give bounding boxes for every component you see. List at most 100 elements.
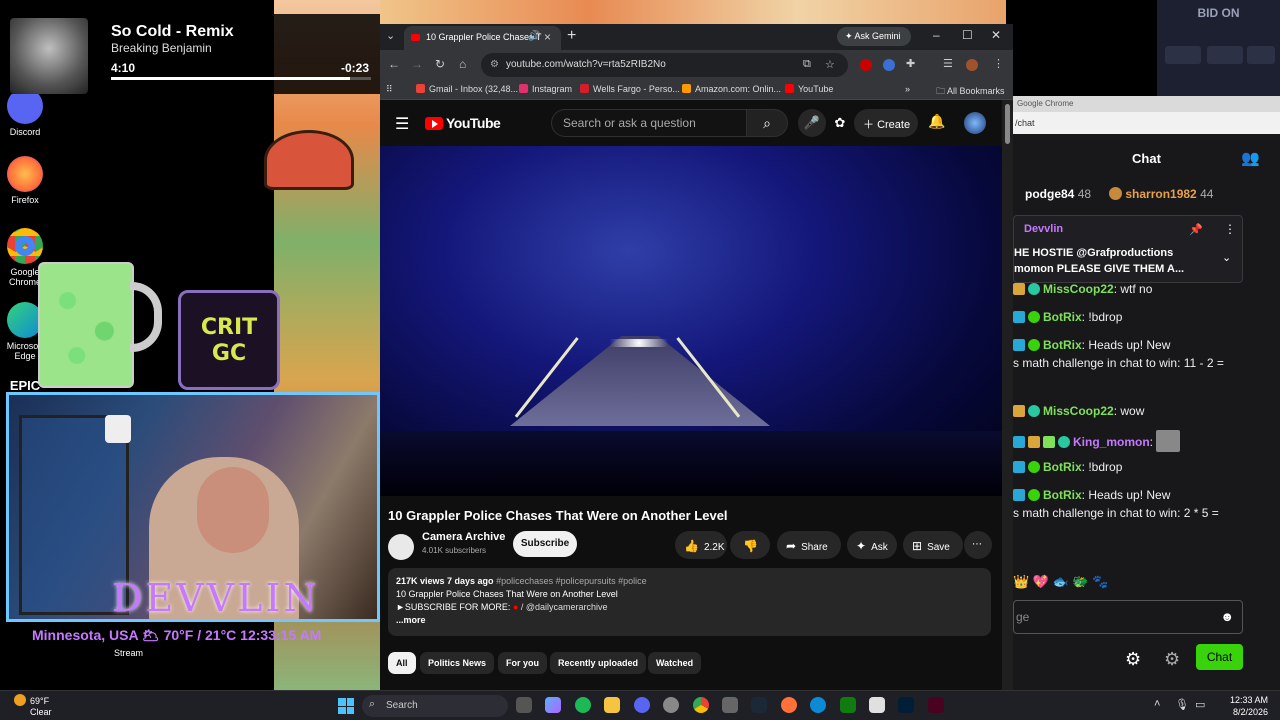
task-view-icon[interactable] bbox=[516, 697, 532, 713]
install-app-icon[interactable]: ⧉ bbox=[803, 58, 811, 71]
bookmark-wells-fargo[interactable]: Wells Fargo - Perso... bbox=[580, 84, 680, 94]
search-input[interactable]: Search or ask a question bbox=[551, 109, 748, 137]
chat-message[interactable]: BotRix: Heads up! New s math challenge in… bbox=[1013, 336, 1280, 372]
apps-grid-icon[interactable]: ⠿ bbox=[386, 84, 393, 95]
reading-list-icon[interactable]: ☰ bbox=[943, 57, 953, 70]
chat-url-field[interactable]: /chat bbox=[1013, 112, 1280, 134]
chevron-down-icon[interactable]: ⌄ bbox=[1222, 251, 1231, 264]
discord-taskbar-icon[interactable] bbox=[634, 697, 650, 713]
pin-icon[interactable]: 📌 bbox=[1189, 223, 1203, 236]
steam-icon[interactable] bbox=[751, 697, 767, 713]
notifications-bell-icon[interactable]: 🔔 bbox=[928, 113, 945, 130]
leaderboard-user-1[interactable]: podge84 48 bbox=[1025, 187, 1091, 201]
new-tab-button[interactable]: + bbox=[567, 27, 576, 45]
chat-message[interactable]: King_momon: bbox=[1013, 430, 1280, 452]
scrollbar-thumb[interactable] bbox=[1005, 104, 1010, 144]
share-button[interactable]: ➦ Share bbox=[777, 531, 841, 559]
channel-name[interactable]: Camera Archive bbox=[422, 531, 505, 543]
bookmark-instagram[interactable]: Instagram bbox=[519, 84, 572, 94]
bookmark-star-icon[interactable]: ☆ bbox=[825, 58, 835, 71]
spotify-icon[interactable] bbox=[575, 697, 591, 713]
chip-for-you[interactable]: For you bbox=[498, 652, 547, 674]
pinned-options-icon[interactable]: ⋮ bbox=[1224, 222, 1236, 236]
bookmark-youtube[interactable]: YouTube bbox=[785, 84, 833, 94]
chat-extensions-icon[interactable]: ⚙ bbox=[1164, 649, 1180, 670]
indesign-icon[interactable] bbox=[928, 697, 944, 713]
close-tab-icon[interactable]: × bbox=[544, 30, 551, 44]
ask-button[interactable]: ✦ Ask bbox=[847, 531, 897, 559]
chrome-taskbar-icon[interactable] bbox=[693, 697, 709, 713]
chrome-menu-icon[interactable]: ⋮ bbox=[993, 57, 1004, 70]
chat-send-button[interactable]: Chat bbox=[1196, 644, 1243, 670]
site-info-icon[interactable]: ⚙ bbox=[490, 59, 499, 70]
extensions-puzzle-icon[interactable]: ✚ bbox=[906, 57, 915, 70]
chip-recently-uploaded[interactable]: Recently uploaded bbox=[550, 652, 647, 674]
channel-avatar[interactable] bbox=[388, 534, 414, 560]
tray-overflow-icon[interactable]: ˄ bbox=[1154, 698, 1160, 710]
copilot-icon[interactable] bbox=[545, 697, 561, 713]
home-icon[interactable]: ⌂ bbox=[459, 57, 466, 71]
app-icon[interactable] bbox=[869, 697, 885, 713]
chat-input[interactable]: ge ☻ bbox=[1013, 600, 1243, 634]
back-icon[interactable]: ← bbox=[388, 57, 400, 71]
desktop-icon-discord[interactable]: Discord bbox=[4, 88, 46, 137]
network-icon[interactable]: ▭ bbox=[1195, 698, 1205, 711]
reload-icon[interactable]: ↻ bbox=[435, 57, 445, 71]
profile-avatar[interactable] bbox=[966, 59, 978, 71]
bookmarks-overflow-icon[interactable]: » bbox=[905, 84, 910, 94]
chat-message[interactable]: MissCoop22: wtf no bbox=[1013, 280, 1280, 298]
chat-message[interactable]: BotRix: !bdrop bbox=[1013, 458, 1280, 476]
chip-watched[interactable]: Watched bbox=[648, 652, 702, 674]
channel-handle-link[interactable]: / @dailycamerarchive bbox=[521, 602, 608, 612]
search-icon[interactable]: ⌕ bbox=[746, 109, 788, 137]
start-button[interactable] bbox=[338, 698, 354, 714]
firefox-taskbar-icon[interactable] bbox=[781, 697, 797, 713]
bookmark-amazon[interactable]: Amazon.com: Onlin... bbox=[682, 84, 781, 94]
bookmark-gmail[interactable]: Gmail - Inbox (32,48... bbox=[416, 84, 518, 94]
more-actions-button[interactable]: ⋯ bbox=[964, 531, 992, 559]
leaderboard-user-2[interactable]: sharron1982 44 bbox=[1109, 187, 1213, 201]
desktop-icon-firefox[interactable]: Firefox bbox=[4, 156, 46, 205]
video-description[interactable]: 217K views 7 days ago #policechases #pol… bbox=[388, 568, 991, 636]
url-field[interactable]: ⚙ youtube.com/watch?v=rta5zRIB2No ⧉ ☆ bbox=[481, 53, 848, 77]
all-bookmarks-folder[interactable]: 🗀 All Bookmarks bbox=[936, 84, 1005, 100]
speaker-icon[interactable]: 🔊 bbox=[528, 31, 540, 42]
like-button[interactable]: 👍 2.2K bbox=[675, 531, 727, 559]
obs-icon[interactable] bbox=[663, 697, 679, 713]
chat-window-titlebar[interactable]: Google Chrome bbox=[1013, 96, 1280, 112]
taskbar-search[interactable]: ⌕ Search bbox=[362, 695, 508, 717]
extension-adblock-icon[interactable] bbox=[860, 59, 872, 71]
maximize-icon[interactable]: ☐ bbox=[962, 28, 973, 42]
chat-message[interactable]: BotRix: !bdrop bbox=[1013, 308, 1280, 326]
edge-taskbar-icon[interactable] bbox=[810, 697, 826, 713]
store-icon[interactable] bbox=[722, 697, 738, 713]
weather-widget[interactable]: 69°F Clear bbox=[14, 694, 52, 718]
forward-icon[interactable]: → bbox=[411, 57, 423, 71]
dislike-button[interactable]: 👎 bbox=[730, 531, 770, 559]
pinned-user[interactable]: Devvlin bbox=[1024, 223, 1063, 235]
community-users-icon[interactable]: 👥 bbox=[1241, 149, 1260, 167]
ask-gemini-button[interactable]: ✦ Ask Gemini bbox=[837, 27, 911, 46]
microphone-icon[interactable]: 🎙 bbox=[1175, 698, 1189, 711]
minimize-icon[interactable]: – bbox=[933, 28, 940, 42]
pinned-message[interactable]: Devvlin 📌 ⋮ HE HOSTIE @Grafproductions mo… bbox=[1013, 215, 1243, 283]
video-player[interactable] bbox=[380, 146, 1002, 496]
chat-message[interactable]: MissCoop22: wow bbox=[1013, 402, 1280, 420]
account-avatar[interactable] bbox=[964, 112, 986, 134]
gemini-sparkle-icon[interactable]: ✿ bbox=[826, 109, 854, 137]
page-scrollbar[interactable] bbox=[1002, 100, 1013, 690]
tab-youtube[interactable]: 10 Grappler Police Chases T 🔊 × bbox=[404, 26, 561, 50]
create-button[interactable]: ＋ Create bbox=[854, 109, 918, 137]
menu-icon[interactable]: ☰ bbox=[395, 114, 409, 134]
system-clock[interactable]: 12:33 AM 8/2/2026 bbox=[1218, 694, 1268, 718]
chat-settings-icon[interactable]: ⚙ bbox=[1125, 649, 1141, 670]
chip-politics-news[interactable]: Politics News bbox=[420, 652, 495, 674]
chip-all[interactable]: All bbox=[388, 652, 416, 674]
emote-picker-icon[interactable]: ☻ bbox=[1220, 609, 1234, 624]
hashtags[interactable]: #policechases #policepursuits #police bbox=[496, 576, 647, 586]
voice-search-icon[interactable]: 🎤 bbox=[798, 109, 826, 137]
photoshop-icon[interactable] bbox=[898, 697, 914, 713]
youtube-logo[interactable]: YouTube bbox=[425, 115, 501, 131]
file-explorer-icon[interactable] bbox=[604, 697, 620, 713]
subscribe-button[interactable]: Subscribe bbox=[513, 531, 577, 557]
